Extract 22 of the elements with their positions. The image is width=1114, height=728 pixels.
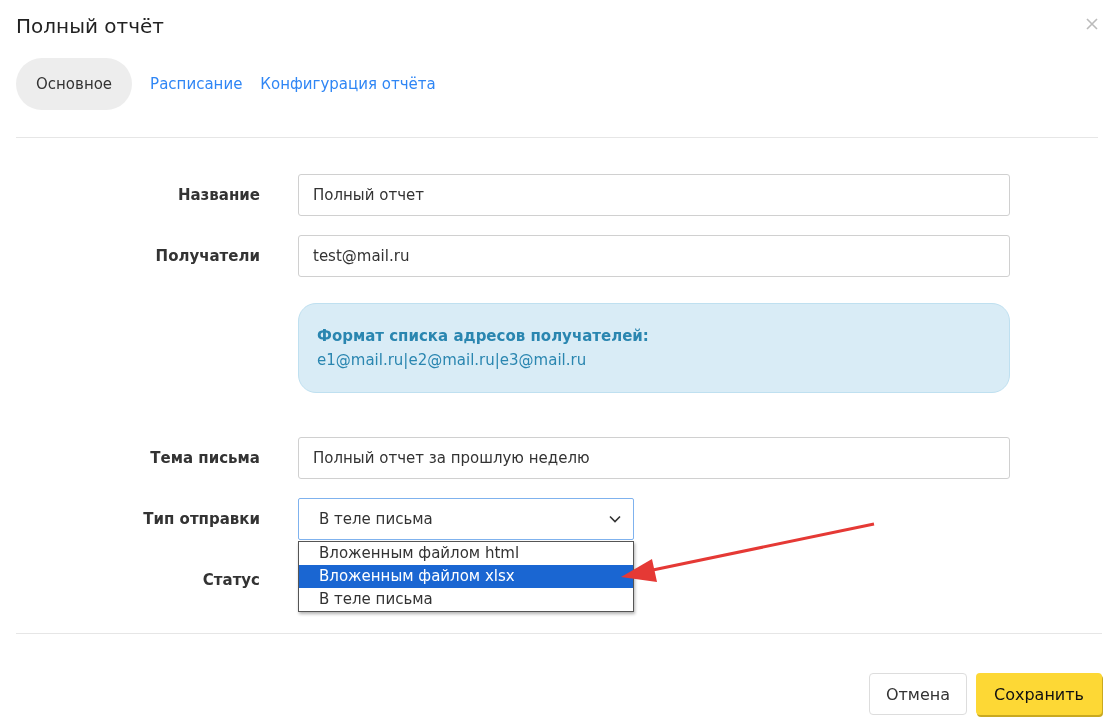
field-label: Получатели [155,247,260,265]
field-label: Статус [202,571,260,589]
text-field[interactable]: test@mail.ru [298,235,1010,277]
field-label: Тип отправки [143,510,260,528]
cancel-button[interactable]: Отмена [868,673,967,715]
save-button[interactable]: Сохранить [976,673,1102,715]
field-label: Тема письма [150,449,260,467]
field-label: Название [177,186,260,204]
text-field[interactable]: Полный отчет [298,174,1010,216]
hint-text: e1@mail.ru|e2@mail.ru|e3@mail.ru [317,350,588,371]
tab[interactable]: Основное [16,58,133,110]
select-field[interactable]: В теле письма [298,498,634,540]
text-field[interactable]: Полный отчет за прошлую неделю [298,437,1010,479]
dialog-title: Полный отчёт [16,14,164,38]
tab[interactable]: Расписание [150,58,243,110]
tab[interactable]: Конфигурация отчёта [260,58,436,110]
dropdown-option[interactable]: Вложенным файлом html [299,542,633,565]
dropdown-option[interactable]: Вложенным файлом xlsx [299,565,633,588]
caret-icon [609,515,621,523]
close-icon[interactable] [1086,18,1098,30]
hint-title: Формат списка адресов получателей: [317,326,650,347]
dropdown-option[interactable]: В теле письма [299,588,633,611]
